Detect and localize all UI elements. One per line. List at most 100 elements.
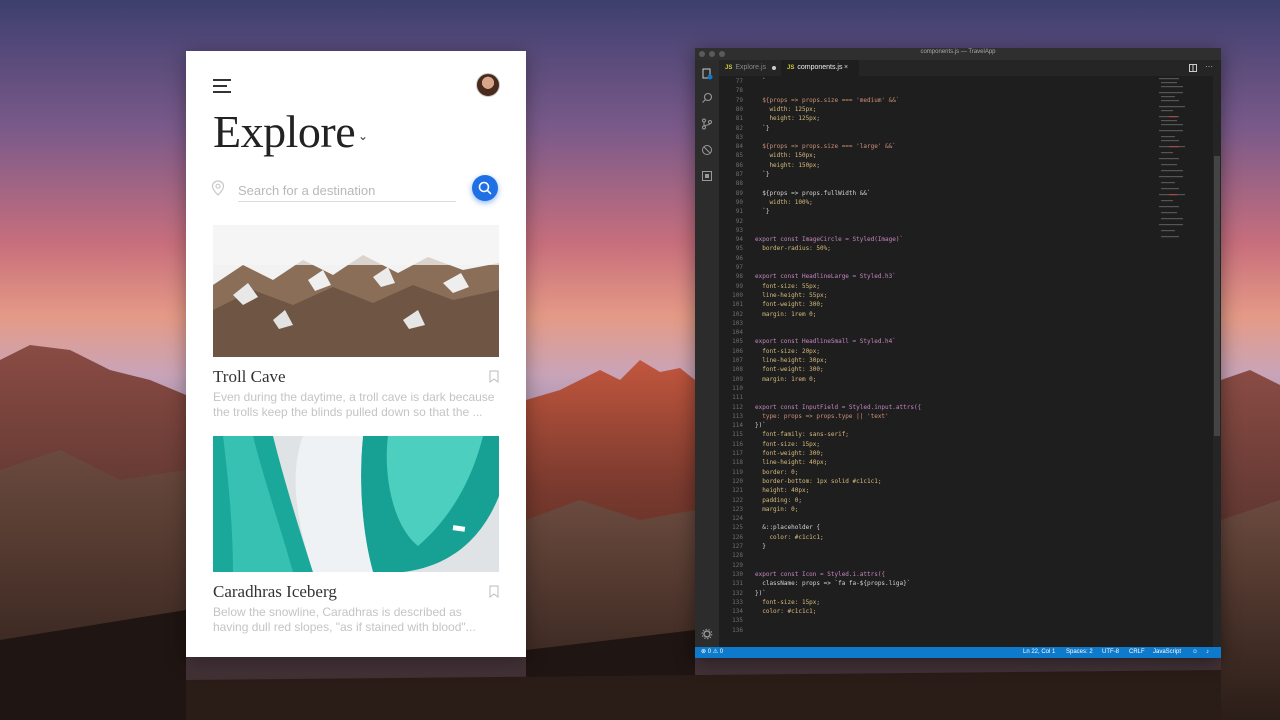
- line-number: 87: [735, 171, 743, 178]
- bookmark-icon[interactable]: [489, 585, 499, 598]
- activity-bar: [695, 60, 719, 647]
- code-text: ${props => props.size === 'medium' &&`: [755, 96, 900, 104]
- code-text: type: props => props.type || 'text': [755, 412, 889, 420]
- line-number: 106: [732, 347, 743, 355]
- problems-indicator[interactable]: ⊗ 0 ⚠ 0: [701, 647, 723, 658]
- code-text: font-size: 20px;: [755, 347, 821, 355]
- hamburger-menu-icon[interactable]: [213, 79, 231, 93]
- line-number: 92: [735, 217, 743, 225]
- minimap[interactable]: [1155, 76, 1211, 266]
- close-tab-icon[interactable]: ×: [844, 60, 848, 76]
- notifications-bell-icon[interactable]: ♪: [1206, 647, 1209, 658]
- code-text: border-radius: 50%;: [755, 245, 831, 253]
- line-number: 121: [732, 487, 743, 495]
- window-titlebar: components.js — TravelApp: [695, 48, 1221, 60]
- search-icon: [478, 181, 492, 195]
- line-number: 136: [732, 626, 743, 634]
- tab-components-js[interactable]: JS components.js ×: [781, 60, 859, 76]
- code-editor-area[interactable]: 77 ` 78 79 ${props => props.size === 'medi…: [719, 76, 1199, 647]
- line-number: 117: [732, 450, 743, 457]
- split-editor-icon[interactable]: [1189, 64, 1197, 72]
- page-title: Explore: [213, 106, 356, 157]
- line-number: 90: [735, 198, 743, 206]
- code-text: height: 125px;: [755, 115, 821, 123]
- line-number: 128: [732, 552, 743, 560]
- code-text: &::placeholder {: [755, 524, 821, 532]
- code-text: height: 150px;: [755, 161, 821, 169]
- code-text: className: props => `fa fa-${props.liga}…: [755, 580, 911, 588]
- code-text: line-height: 55px;: [755, 291, 828, 299]
- source-control-icon[interactable]: [701, 118, 713, 130]
- debug-icon[interactable]: [701, 144, 713, 156]
- search-input[interactable]: [238, 179, 456, 202]
- code-text: ${props => props.size === 'large' &&`: [755, 143, 896, 151]
- line-ending[interactable]: CRLF: [1129, 647, 1145, 658]
- more-actions-icon[interactable]: ···: [1205, 60, 1213, 74]
- line-number: 104: [732, 329, 743, 337]
- line-number: 131: [732, 580, 743, 588]
- settings-gear-icon[interactable]: [701, 628, 713, 640]
- line-number: 101: [732, 301, 743, 309]
- code-text: font-size: 15px;: [755, 598, 821, 606]
- line-number: 78: [735, 87, 743, 95]
- code-text: `: [755, 78, 766, 85]
- feedback-smiley-icon[interactable]: ☺: [1192, 647, 1198, 658]
- modified-dot-icon[interactable]: [772, 66, 776, 70]
- line-number: 80: [735, 105, 743, 113]
- chevron-down-icon[interactable]: ⌄: [358, 129, 368, 143]
- code-editor-window: components.js — TravelApp JS Explore.js …: [695, 48, 1221, 658]
- code-text: line-height: 40px;: [755, 459, 828, 467]
- line-number: 77: [735, 78, 743, 85]
- card-title-caradhras-iceberg[interactable]: Caradhras Iceberg: [213, 582, 337, 602]
- line-number: 82: [735, 124, 743, 132]
- line-number: 118: [732, 459, 743, 467]
- bookmark-icon[interactable]: [489, 370, 499, 383]
- indentation[interactable]: Spaces: 2: [1066, 647, 1093, 658]
- vertical-scrollbar[interactable]: [1213, 76, 1221, 647]
- avatar[interactable]: [476, 73, 500, 97]
- encoding[interactable]: UTF-8: [1102, 647, 1119, 658]
- code-text: font-weight: 300;: [755, 301, 824, 309]
- line-number: 110: [732, 384, 743, 392]
- line-number: 89: [735, 189, 743, 197]
- code-text: color: #c1c1c1;: [755, 533, 824, 541]
- code-text: font-weight: 300;: [755, 450, 824, 457]
- line-number: 113: [732, 412, 743, 420]
- location-pin-icon: [211, 180, 225, 196]
- editor-tab-bar: JS Explore.js JS components.js × ···: [719, 60, 1221, 76]
- tab-explore-js[interactable]: JS Explore.js: [719, 60, 787, 76]
- window-title: components.js — TravelApp: [920, 49, 996, 55]
- search-button[interactable]: [472, 175, 498, 201]
- line-number: 134: [732, 608, 743, 616]
- scrollbar-thumb[interactable]: [1214, 156, 1220, 436]
- error-icon: ⊗: [701, 649, 707, 655]
- line-number: 132: [732, 589, 743, 597]
- card-image-caradhras-iceberg[interactable]: [213, 436, 499, 572]
- line-number: 133: [732, 598, 743, 606]
- card-image-troll-cave[interactable]: [213, 225, 499, 357]
- warning-icon: ⚠: [712, 649, 719, 655]
- line-number: 103: [732, 319, 743, 327]
- cursor-position[interactable]: Ln 22, Col 1: [1023, 647, 1055, 658]
- code-text: font-weight: 300;: [755, 366, 824, 374]
- code-text: export const HeadlineLarge = Styled.h3`: [755, 273, 896, 281]
- extensions-icon[interactable]: [701, 170, 713, 182]
- line-number: 120: [732, 477, 743, 485]
- line-number: 125: [732, 524, 743, 532]
- card-description-caradhras-iceberg: Below the snowline, Caradhras is describ…: [213, 605, 476, 634]
- line-number: 84: [735, 143, 743, 151]
- code-text: margin: 1rem 0;: [755, 375, 817, 383]
- line-number: 98: [735, 273, 743, 281]
- line-number: 94: [735, 236, 743, 244]
- code-text: ${props => props.fullWidth &&`: [755, 189, 871, 197]
- code-text: color: #c1c1c1;: [755, 608, 817, 616]
- line-number: 116: [732, 440, 743, 448]
- line-number: 115: [732, 431, 743, 439]
- line-number: 126: [732, 533, 743, 541]
- line-number: 88: [735, 180, 743, 188]
- card-title-troll-cave[interactable]: Troll Cave: [213, 367, 286, 387]
- language-mode[interactable]: JavaScript: [1153, 647, 1181, 658]
- code-text: margin: 0;: [755, 505, 799, 513]
- explorer-icon[interactable]: [701, 68, 713, 80]
- search-icon[interactable]: [701, 92, 713, 104]
